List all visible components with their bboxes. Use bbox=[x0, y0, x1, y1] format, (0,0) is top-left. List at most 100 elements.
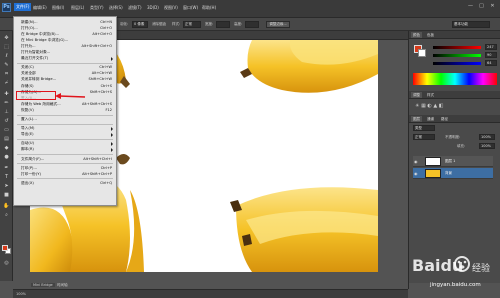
quick-select-tool-icon[interactable]: ✎ bbox=[2, 62, 11, 69]
menu-image[interactable]: 图像(I) bbox=[52, 5, 64, 11]
tab-styles[interactable]: 样式 bbox=[425, 92, 436, 98]
tab-timeline[interactable]: 时间轴 bbox=[57, 283, 68, 288]
history-brush-tool-icon[interactable]: ↺ bbox=[2, 118, 11, 125]
file-menu-item[interactable]: 退出(X) Ctrl+Q bbox=[14, 180, 116, 186]
file-menu-item[interactable]: 脚本(R) bbox=[14, 147, 116, 153]
file-menu-item[interactable]: 最近打开文件(T) bbox=[14, 56, 116, 62]
visibility-eye-icon[interactable]: ◉ bbox=[414, 171, 418, 176]
minimize-icon[interactable]: — bbox=[466, 3, 475, 10]
file-menu-item[interactable]: 导入(M) bbox=[14, 126, 116, 132]
tab-channels[interactable]: 通道 bbox=[425, 116, 436, 122]
opacity-input[interactable]: 100% bbox=[479, 134, 495, 140]
menu-filter[interactable]: 滤镜(T) bbox=[128, 5, 142, 11]
shape-tool-icon[interactable]: ■ bbox=[2, 192, 11, 199]
zoom-tool-icon[interactable]: ⌕ bbox=[2, 212, 11, 219]
baidu-logo: Baidu 经验 bbox=[412, 256, 490, 275]
file-menu-item[interactable]: 打开(O)... Ctrl+O bbox=[14, 25, 116, 31]
status-bar: 100% Mini Bridge 时间轴 bbox=[13, 283, 408, 298]
file-menu-item[interactable]: 关闭并转到 Bridge... Shift+Ctrl+W bbox=[14, 77, 116, 83]
close-icon[interactable]: ✕ bbox=[488, 3, 497, 10]
file-menu-item[interactable]: 恢复(V) F12 bbox=[14, 107, 116, 113]
height-input[interactable] bbox=[245, 21, 259, 28]
menu-item-label: 在 Mini Bridge 中浏览(G)... bbox=[21, 37, 69, 42]
healing-brush-tool-icon[interactable]: ✚ bbox=[2, 91, 11, 98]
menu-help[interactable]: 帮助(H) bbox=[202, 5, 216, 11]
lasso-tool-icon[interactable]: ℓ bbox=[2, 53, 11, 60]
fill-input[interactable]: 100% bbox=[479, 143, 495, 149]
green-slider[interactable] bbox=[433, 54, 481, 57]
eraser-tool-icon[interactable]: ▭ bbox=[2, 127, 11, 134]
hand-tool-icon[interactable]: ✋ bbox=[2, 203, 11, 210]
feather-label: 羽化: bbox=[120, 22, 129, 26]
file-menu-item[interactable]: 导出(E) bbox=[14, 132, 116, 138]
clone-stamp-tool-icon[interactable]: ⊥ bbox=[2, 109, 11, 116]
blend-mode-select[interactable]: 正常 bbox=[413, 134, 435, 140]
menu-3d[interactable]: 3D(D) bbox=[147, 5, 159, 10]
layer-kind-filter[interactable]: 类型 bbox=[413, 125, 435, 131]
blue-slider[interactable] bbox=[433, 62, 481, 65]
layer-row[interactable]: ◉ 图层 1 bbox=[413, 156, 493, 167]
color-bg-swatch[interactable] bbox=[418, 49, 426, 57]
menu-file[interactable]: 文件(F) bbox=[14, 3, 32, 11]
file-menu-item[interactable]: 存储为 Web 所用格式... Alt+Shift+Ctrl+S bbox=[14, 101, 116, 107]
file-menu-item[interactable]: 新建(N)... Ctrl+N bbox=[14, 19, 116, 25]
width-input[interactable] bbox=[216, 21, 230, 28]
layer-name[interactable]: 图层 1 bbox=[445, 159, 455, 164]
layer-name[interactable]: 背景 bbox=[445, 171, 452, 176]
blur-tool-icon[interactable]: ◆ bbox=[2, 145, 11, 152]
type-tool-icon[interactable]: T bbox=[2, 174, 11, 181]
file-menu-item[interactable]: 存储(S) Ctrl+S bbox=[14, 83, 116, 89]
quick-mask-icon[interactable]: ◎ bbox=[2, 260, 11, 267]
pen-tool-icon[interactable]: ✒ bbox=[2, 165, 11, 172]
file-menu-item[interactable]: 打印一份(Y) Alt+Shift+Ctrl+P bbox=[14, 171, 116, 177]
menu-edit[interactable]: 编辑(E) bbox=[33, 5, 47, 11]
visibility-eye-icon[interactable]: ◉ bbox=[414, 159, 418, 164]
tab-swatches[interactable]: 色板 bbox=[425, 32, 436, 38]
green-value[interactable]: 90 bbox=[485, 52, 497, 58]
tab-color[interactable]: 颜色 bbox=[411, 32, 422, 38]
crop-tool-icon[interactable]: ⌗ bbox=[2, 71, 11, 78]
eyedropper-tool-icon[interactable]: ⌿ bbox=[2, 80, 11, 87]
style-select[interactable]: 正常 bbox=[183, 21, 201, 28]
workspace-select[interactable]: 基本功能 bbox=[452, 21, 490, 28]
red-value[interactable]: 247 bbox=[485, 44, 497, 50]
path-select-tool-icon[interactable]: ➤ bbox=[2, 183, 11, 190]
blue-value[interactable]: 64 bbox=[485, 60, 497, 66]
file-menu-item[interactable]: 关闭全部 Alt+Ctrl+W bbox=[14, 71, 116, 77]
maximize-icon[interactable]: □ bbox=[477, 3, 486, 10]
file-menu-item[interactable]: 文件简介(F)... Alt+Shift+Ctrl+I bbox=[14, 156, 116, 162]
move-tool-icon[interactable]: ✥ bbox=[2, 35, 11, 42]
width-label: 宽度: bbox=[205, 22, 214, 26]
menu-item-label: 置入(L)... bbox=[21, 117, 37, 121]
feather-input[interactable]: 0 像素 bbox=[132, 21, 148, 28]
refine-edge-button[interactable]: 调整边缘... bbox=[266, 21, 290, 28]
menu-type[interactable]: 类型(Y) bbox=[90, 5, 104, 11]
menu-layer[interactable]: 图层(L) bbox=[71, 5, 84, 11]
tab-mini-bridge[interactable]: Mini Bridge bbox=[31, 283, 55, 287]
file-menu-item[interactable]: 在 Mini Bridge 中浏览(G)... bbox=[14, 37, 116, 43]
file-menu-item[interactable]: 打印(P)... Ctrl+P bbox=[14, 165, 116, 171]
file-menu-item[interactable]: 打开为... Alt+Shift+Ctrl+O bbox=[14, 43, 116, 49]
foreground-color-swatch[interactable] bbox=[2, 245, 8, 251]
zoom-level[interactable]: 100% bbox=[16, 292, 26, 296]
file-menu-item[interactable]: 置入(L)... bbox=[14, 117, 116, 123]
file-menu-item[interactable]: 打开为智能对象... bbox=[14, 50, 116, 56]
menu-select[interactable]: 选择(S) bbox=[109, 5, 123, 11]
brush-tool-icon[interactable]: ✏ bbox=[2, 100, 11, 107]
color-ramp[interactable] bbox=[413, 73, 497, 85]
dodge-tool-icon[interactable]: ● bbox=[2, 154, 11, 161]
tab-adjustments[interactable]: 调整 bbox=[411, 92, 422, 98]
menu-window[interactable]: 窗口(W) bbox=[183, 5, 198, 11]
menu-view[interactable]: 视图(V) bbox=[164, 5, 178, 11]
file-menu-item[interactable]: 在 Bridge 中浏览(B)... Alt+Ctrl+O bbox=[14, 31, 116, 37]
adjustments-icons[interactable]: ☀ ▦ ◐ ▲ ◧ bbox=[415, 103, 444, 109]
antialias-checkbox[interactable]: 消除锯齿 bbox=[152, 22, 166, 27]
marquee-tool-icon[interactable]: ⬚ bbox=[2, 44, 11, 51]
file-menu-item[interactable]: 关闭(C) Ctrl+W bbox=[14, 65, 116, 71]
tab-paths[interactable]: 路径 bbox=[439, 116, 450, 122]
layer-row-background[interactable]: ◉ 背景 bbox=[413, 168, 493, 179]
red-slider[interactable] bbox=[433, 46, 481, 49]
gradient-tool-icon[interactable]: ▤ bbox=[2, 136, 11, 143]
tab-layers[interactable]: 图层 bbox=[411, 116, 422, 122]
file-menu-item[interactable]: 自动(U) bbox=[14, 141, 116, 147]
